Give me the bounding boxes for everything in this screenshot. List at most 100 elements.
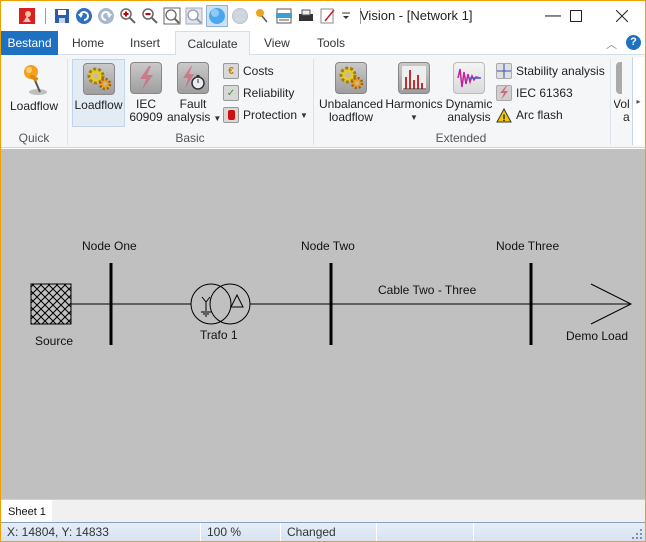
loadflow-pin-icon[interactable] — [252, 6, 272, 26]
protection-label: Protection — [243, 108, 298, 122]
iec61363-label: IEC 61363 — [516, 86, 573, 100]
undo-icon[interactable] — [74, 6, 94, 26]
sheet-tab-bar: Sheet 1 — [1, 499, 645, 523]
zoom-fit-icon[interactable] — [162, 6, 182, 26]
lightning-icon — [496, 85, 512, 101]
group-separator — [610, 59, 611, 145]
node-one-label: Node One — [82, 239, 137, 253]
delta-winding-icon — [230, 293, 244, 308]
harmonics-button[interactable]: Harmonics ▼ — [385, 59, 443, 127]
node-two-label: Node Two — [301, 239, 355, 253]
loadflow-label: Loadflow — [74, 98, 123, 112]
status-zoom: 100 % — [201, 523, 281, 541]
voltage-analysis-button[interactable]: Vol a — [614, 59, 632, 127]
tab-home[interactable]: Home — [60, 31, 116, 55]
report-icon[interactable] — [274, 6, 294, 26]
save-icon[interactable] — [52, 6, 72, 26]
source-label: Source — [35, 334, 74, 348]
dropdown-arrow-icon: ▼ — [213, 114, 222, 123]
ribbon-tabs: Bestand Home Insert Calculate View Tools… — [1, 31, 645, 56]
status-panel-empty — [474, 523, 645, 541]
wye-winding-icon — [201, 296, 211, 311]
unbalanced-label-line2: loadflow — [328, 110, 374, 124]
resize-grip-icon[interactable] — [632, 529, 642, 539]
quick-access-toolbar — [1, 1, 367, 31]
costs-button[interactable]: € Costs — [223, 61, 274, 81]
close-icon — [616, 10, 628, 22]
status-document-state: Changed — [281, 523, 377, 541]
euro-coin-icon: € — [223, 63, 239, 79]
tab-calculate[interactable]: Calculate — [175, 31, 250, 56]
transformer-label: Trafo 1 — [200, 328, 238, 342]
window-title: Vision - [Network 1] — [360, 8, 473, 23]
gears-icon — [335, 62, 367, 94]
quick-loadflow-button[interactable]: Loadflow — [5, 59, 63, 127]
dynamic-analysis-button[interactable]: Dynamic analysis — [445, 59, 493, 127]
tab-insert[interactable]: Insert — [118, 31, 172, 55]
close-button[interactable] — [599, 1, 645, 31]
redo-icon[interactable] — [96, 6, 116, 26]
stability-analysis-button[interactable]: Stability analysis — [496, 61, 605, 81]
zoom-in-icon[interactable] — [118, 6, 138, 26]
protection-relay-icon — [223, 107, 239, 123]
fault-stopwatch-icon — [177, 62, 209, 94]
toolbar-separator — [45, 8, 46, 24]
arc-flash-label: Arc flash — [516, 108, 563, 122]
unbalanced-loadflow-button[interactable]: Unbalanced loadflow — [319, 59, 383, 127]
voltage-icon — [616, 62, 622, 94]
gears-icon — [82, 63, 115, 95]
dropdown-arrow-icon: ▼ — [300, 110, 308, 120]
maximize-button[interactable] — [553, 1, 599, 31]
iec61363-button[interactable]: IEC 61363 — [496, 83, 573, 103]
transformer-symbol[interactable] — [190, 283, 251, 325]
stability-label: Stability analysis — [516, 64, 605, 78]
reliability-label: Reliability — [243, 86, 295, 100]
fault-label-line2: analysis — [167, 110, 211, 124]
title-bar: Vision - [Network 1] — — [1, 1, 645, 31]
checkmark-icon: ✓ — [223, 85, 239, 101]
app-logo-icon[interactable] — [17, 6, 37, 26]
status-coordinates: X: 14804, Y: 14833 — [1, 523, 201, 541]
customize-dropdown-icon[interactable] — [340, 6, 352, 26]
loadflow-button[interactable]: Loadflow — [72, 59, 125, 127]
svg-text:!: ! — [503, 113, 506, 123]
arc-flash-button[interactable]: ! Arc flash — [496, 105, 563, 125]
dynamic-label-line2: analysis — [447, 110, 491, 124]
zoom-window-icon[interactable] — [184, 6, 204, 26]
ribbon-scroll-right-button[interactable]: ▸ — [632, 57, 644, 145]
tab-tools[interactable]: Tools — [305, 31, 357, 55]
quick-loadflow-label: Loadflow — [9, 99, 59, 113]
status-panel-empty — [377, 523, 474, 541]
dynamic-wave-icon — [453, 62, 485, 94]
pushpin-icon — [18, 62, 50, 98]
reliability-button[interactable]: ✓ Reliability — [223, 83, 294, 103]
harmonics-chart-icon — [398, 62, 430, 94]
ground-icon — [201, 311, 211, 317]
sheet-tab-1[interactable]: Sheet 1 — [1, 500, 52, 523]
help-icon[interactable]: ? — [626, 35, 641, 50]
group-label-basic: Basic — [175, 131, 205, 145]
network-canvas[interactable]: Node One Node Two Node Three Source Traf… — [1, 149, 645, 499]
load-label: Demo Load — [566, 329, 629, 343]
circle-mode-icon[interactable] — [230, 6, 250, 26]
protection-button[interactable]: Protection ▼ — [223, 105, 308, 125]
stability-crosshair-icon — [496, 63, 512, 79]
dropdown-arrow-icon: ▼ — [410, 113, 418, 122]
group-label-quick: Quick — [18, 131, 50, 145]
tab-view[interactable]: View — [252, 31, 302, 55]
network-diagram — [30, 263, 633, 345]
select-mode-icon[interactable] — [206, 5, 228, 27]
edit-icon[interactable] — [318, 6, 338, 26]
harmonics-label: Harmonics — [385, 97, 443, 111]
source-symbol[interactable] — [30, 283, 72, 325]
lightning-icon — [130, 62, 162, 94]
collapse-ribbon-icon[interactable]: ︿ — [606, 36, 617, 52]
ribbon-panel: Loadflow Quick Loadflow IEC 60909 Fault … — [1, 55, 645, 148]
zoom-out-icon[interactable] — [140, 6, 160, 26]
fault-analysis-button[interactable]: Fault analysis ▼ — [167, 59, 222, 127]
print-icon[interactable] — [296, 6, 316, 26]
tab-bestand[interactable]: Bestand — [1, 31, 58, 55]
cable-label: Cable Two - Three — [378, 283, 477, 297]
costs-label: Costs — [243, 64, 274, 78]
iec60909-button[interactable]: IEC 60909 — [127, 59, 165, 127]
